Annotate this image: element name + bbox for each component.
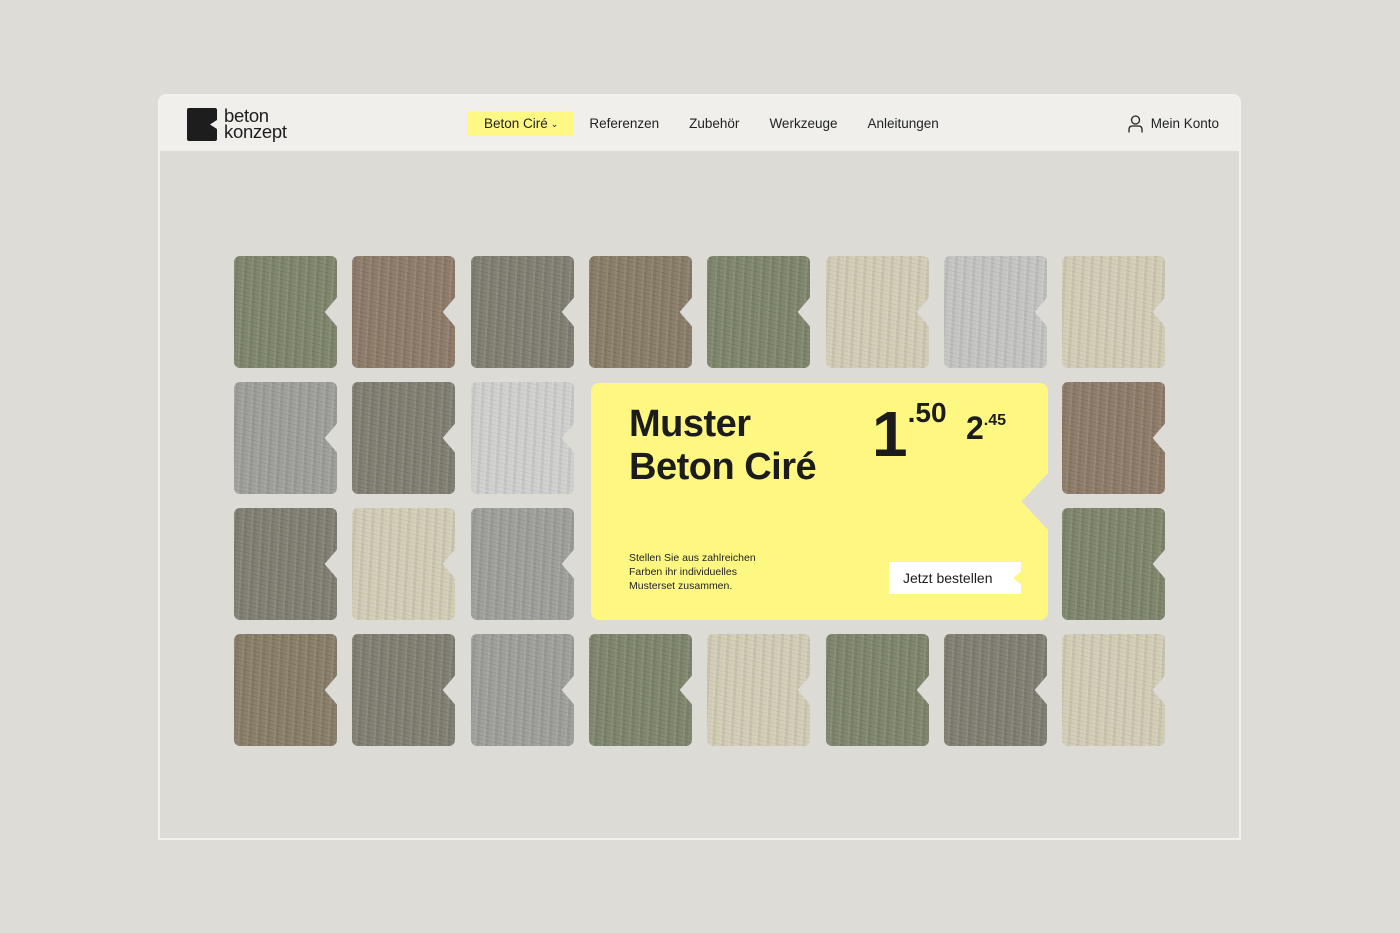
- price-alt: 2.45: [966, 408, 1006, 448]
- color-swatch-mid-grey[interactable]: [471, 508, 574, 620]
- promo-title: Muster Beton Ciré: [629, 403, 817, 489]
- color-swatch-mid-grey[interactable]: [471, 634, 574, 746]
- color-swatch-mid-grey[interactable]: [234, 382, 337, 494]
- color-swatch-khaki-brown[interactable]: [589, 256, 692, 368]
- promo-description: Stellen Sie aus zahlreichen Farben ihr i…: [629, 551, 769, 593]
- promo-description-line-3: Musterset zusammen.: [629, 580, 733, 592]
- nav-item-zubehoer[interactable]: Zubehör: [674, 111, 754, 136]
- color-swatch-sand-beige[interactable]: [707, 634, 810, 746]
- color-swatch-olive-green[interactable]: [1062, 508, 1165, 620]
- color-swatch-sand-beige[interactable]: [352, 508, 455, 620]
- color-swatch-taupe-brown[interactable]: [1062, 382, 1165, 494]
- promo-title-line-1: Muster: [629, 403, 751, 445]
- color-swatch-khaki-brown[interactable]: [234, 634, 337, 746]
- nav-item-anleitungen[interactable]: Anleitungen: [852, 111, 953, 136]
- logo-wordmark: beton konzept: [224, 106, 287, 142]
- price-main-integer: 1: [872, 398, 908, 470]
- nav-item-werkzeuge[interactable]: Werkzeuge: [754, 111, 852, 136]
- nav-item-referenzen[interactable]: Referenzen: [574, 111, 674, 136]
- color-swatch-sand-beige[interactable]: [1062, 256, 1165, 368]
- main-nav: Beton Ciré ⌄ Referenzen Zubehör Werkzeuge…: [467, 111, 954, 136]
- color-swatch-olive-green[interactable]: [234, 256, 337, 368]
- color-swatch-white-grey[interactable]: [471, 382, 574, 494]
- top-navbar: beton konzept Beton Ciré ⌄ Referenzen Zub…: [160, 96, 1239, 151]
- price-alt-decimal: .45: [983, 412, 1007, 429]
- browser-window: beton konzept Beton Ciré ⌄ Referenzen Zub…: [158, 94, 1241, 840]
- color-swatch-warm-grey[interactable]: [352, 634, 455, 746]
- user-icon: [1128, 114, 1143, 132]
- price-alt-integer: 2: [966, 410, 984, 446]
- color-swatch-olive-green[interactable]: [707, 256, 810, 368]
- price-main: 1.50: [872, 397, 947, 470]
- account-label: Mein Konto: [1150, 116, 1219, 131]
- logo-mark-icon: [187, 107, 217, 141]
- order-button[interactable]: Jetzt bestellen: [889, 562, 1021, 594]
- color-swatch-warm-grey[interactable]: [471, 256, 574, 368]
- logo-line-2: konzept: [224, 121, 287, 142]
- brand-logo[interactable]: beton konzept: [187, 106, 287, 142]
- color-swatch-light-grey[interactable]: [944, 256, 1047, 368]
- color-swatch-warm-grey[interactable]: [234, 508, 337, 620]
- color-swatch-warm-grey[interactable]: [944, 634, 1047, 746]
- color-swatch-sand-beige[interactable]: [826, 256, 929, 368]
- promo-title-line-2: Beton Ciré: [629, 446, 817, 488]
- color-swatch-taupe-brown[interactable]: [352, 256, 455, 368]
- color-swatch-warm-grey[interactable]: [352, 382, 455, 494]
- chevron-down-icon: ⌄: [550, 119, 559, 129]
- color-swatch-olive-green[interactable]: [589, 634, 692, 746]
- sample-promo-card: Muster Beton Ciré 1.50 2.45 Stellen Sie …: [591, 383, 1048, 620]
- color-swatch-sand-beige[interactable]: [1062, 634, 1165, 746]
- nav-item-beton-cire[interactable]: Beton Ciré ⌄: [467, 111, 575, 136]
- promo-description-line-1: Stellen Sie aus zahlreichen: [629, 552, 756, 564]
- color-swatch-olive-green[interactable]: [826, 634, 929, 746]
- price-main-decimal: .50: [907, 397, 947, 428]
- account-link[interactable]: Mein Konto: [1128, 111, 1219, 136]
- nav-item-label: Beton Ciré: [484, 116, 548, 131]
- promo-description-line-2: Farben ihr individuelles: [629, 566, 737, 578]
